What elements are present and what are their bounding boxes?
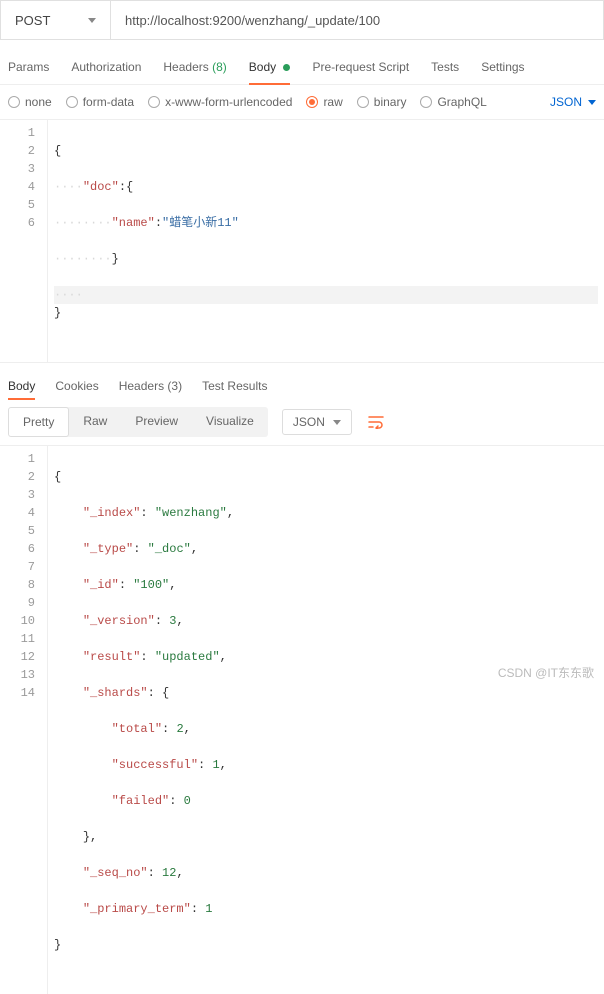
- url-input[interactable]: http://localhost:9200/wenzhang/_update/1…: [111, 13, 603, 28]
- chevron-down-icon: [88, 18, 96, 23]
- response-tab-body[interactable]: Body: [8, 373, 35, 399]
- radio-graphql[interactable]: GraphQL: [420, 95, 486, 109]
- radio-none[interactable]: none: [8, 95, 52, 109]
- response-tabs: Body Cookies Headers (3) Test Results: [0, 363, 604, 399]
- watermark: CSDN @IT东东歌: [498, 664, 594, 681]
- view-raw[interactable]: Raw: [69, 407, 121, 437]
- tab-headers[interactable]: Headers (8): [163, 52, 226, 84]
- tab-prerequest[interactable]: Pre-request Script: [312, 52, 409, 84]
- radio-binary[interactable]: binary: [357, 95, 407, 109]
- http-method-value: POST: [15, 13, 50, 28]
- view-pretty[interactable]: Pretty: [8, 407, 69, 437]
- response-tab-cookies[interactable]: Cookies: [55, 373, 98, 399]
- modified-dot-icon: [283, 64, 290, 71]
- request-body-editor[interactable]: 123456 { ····"doc":{ ········"name":"蜡笔小…: [0, 120, 604, 363]
- response-tab-tests[interactable]: Test Results: [202, 373, 267, 399]
- response-view-bar: Pretty Raw Preview Visualize JSON: [0, 399, 604, 446]
- request-tabs: Params Authorization Headers (8) Body Pr…: [0, 52, 604, 85]
- response-type-select[interactable]: JSON: [282, 409, 352, 435]
- wrap-lines-button[interactable]: [362, 408, 390, 436]
- tab-settings[interactable]: Settings: [481, 52, 524, 84]
- radio-form-data[interactable]: form-data: [66, 95, 134, 109]
- view-visualize[interactable]: Visualize: [192, 407, 268, 437]
- view-preview[interactable]: Preview: [121, 407, 192, 437]
- response-gutter: 1234567891011121314: [0, 446, 48, 994]
- request-gutter: 123456: [0, 120, 48, 362]
- radio-urlencoded[interactable]: x-www-form-urlencoded: [148, 95, 292, 109]
- request-code: { ····"doc":{ ········"name":"蜡笔小新11" ··…: [48, 120, 604, 362]
- tab-body[interactable]: Body: [249, 52, 291, 84]
- wrap-icon: [368, 415, 384, 429]
- chevron-down-icon: [588, 100, 596, 105]
- chevron-down-icon: [333, 420, 341, 425]
- body-type-row: none form-data x-www-form-urlencoded raw…: [0, 85, 604, 120]
- body-language-select[interactable]: JSON: [550, 95, 596, 109]
- response-tab-headers[interactable]: Headers (3): [119, 373, 182, 399]
- tab-tests[interactable]: Tests: [431, 52, 459, 84]
- radio-raw[interactable]: raw: [306, 95, 342, 109]
- response-body-editor[interactable]: 1234567891011121314 { "_index": "wenzhan…: [0, 446, 604, 994]
- tab-authorization[interactable]: Authorization: [71, 52, 141, 84]
- http-method-select[interactable]: POST: [1, 1, 111, 39]
- tab-params[interactable]: Params: [8, 52, 49, 84]
- response-code: { "_index": "wenzhang", "_type": "_doc",…: [48, 446, 604, 994]
